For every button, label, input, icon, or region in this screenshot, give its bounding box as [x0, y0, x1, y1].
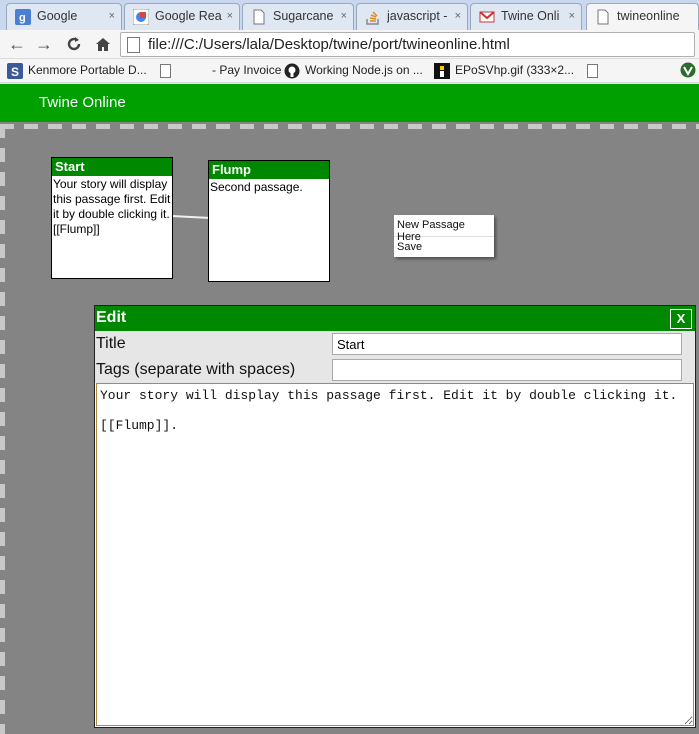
close-icon[interactable]: ×	[455, 10, 461, 22]
svg-text:S: S	[11, 65, 19, 79]
passage-text-editor[interactable]: Your story will display this passage fir…	[96, 383, 694, 726]
tab-twineonline[interactable]: twineonline	[586, 3, 699, 31]
forward-icon[interactable]: →	[32, 33, 56, 55]
address-bar[interactable]: file:///C:/Users/lala/Desktop/twine/port…	[120, 32, 695, 57]
stackoverflow-icon	[365, 9, 381, 25]
dialog-header: Edit X	[95, 306, 695, 331]
page-icon	[251, 9, 267, 25]
canvas-border	[0, 124, 699, 129]
bookmarks-bar: S Kenmore Portable D... - Pay Invoice Wor…	[0, 59, 699, 83]
passage-excerpt: Second passage.	[210, 180, 303, 194]
bookmark-nodejs[interactable]: Working Node.js on ...	[284, 63, 423, 79]
passage-link-arrow	[171, 215, 209, 219]
reload-icon[interactable]	[62, 33, 86, 55]
home-icon[interactable]	[91, 33, 115, 55]
page-icon	[160, 63, 171, 78]
canvas-border	[0, 124, 5, 734]
bookmark-pay-invoice[interactable]: - Pay Invoice	[212, 63, 281, 77]
url-text: file:///C:/Users/lala/Desktop/twine/port…	[148, 36, 510, 53]
close-icon[interactable]: ×	[109, 10, 115, 22]
passage-flump[interactable]: Flump Second passage.	[208, 160, 330, 282]
tab-google-reader[interactable]: Google Rea ×	[124, 3, 240, 30]
title-label: Title	[96, 335, 126, 352]
bookmark-label: EPoSVhp.gif (333×2...	[455, 63, 575, 78]
tab-twine-online-gmail[interactable]: Twine Onli ×	[470, 3, 582, 30]
app-title: Twine Online	[39, 94, 126, 111]
page-icon	[587, 63, 598, 78]
tab-google[interactable]: g Google ×	[6, 3, 122, 30]
browser-toolbar: ← → file:///C:/Users/lala/Desktop/twine/…	[0, 30, 699, 59]
close-icon[interactable]: ×	[227, 10, 233, 22]
passage-excerpt: Your story will display this passage fir…	[53, 177, 171, 236]
s-icon: S	[7, 63, 23, 79]
tab-javascript[interactable]: javascript - ×	[356, 3, 468, 30]
close-icon[interactable]: ×	[341, 10, 347, 22]
passage-start[interactable]: Start Your story will display this passa…	[51, 157, 173, 279]
app-header: Twine Online	[0, 84, 699, 122]
back-icon[interactable]: ←	[5, 33, 29, 55]
edit-dialog: Edit X Title Tags (separate with spaces)…	[94, 305, 696, 728]
bookmark-label: Kenmore Portable D...	[28, 63, 147, 78]
browser-tab-strip: g Google × Google Rea × Sugarcane × java…	[0, 0, 699, 31]
context-menu: New Passage Here Save	[394, 215, 494, 257]
close-button[interactable]: X	[670, 309, 692, 329]
google-icon: g	[15, 9, 31, 25]
bookmark-page[interactable]	[160, 63, 171, 78]
tags-label: Tags (separate with spaces)	[96, 361, 296, 378]
image-icon	[434, 63, 450, 79]
gmail-icon	[479, 9, 495, 25]
github-icon	[284, 63, 300, 79]
tags-input[interactable]	[332, 359, 682, 381]
dialog-title: Edit	[96, 309, 127, 326]
tab-sugarcane[interactable]: Sugarcane ×	[242, 3, 354, 30]
google-reader-icon	[132, 8, 150, 26]
svg-text:g: g	[19, 12, 26, 24]
bookmark-kenmore[interactable]: S Kenmore Portable D...	[7, 63, 147, 79]
passage-title: Start	[52, 158, 172, 176]
title-input[interactable]	[332, 333, 682, 355]
bookmark-label: Working Node.js on ...	[305, 63, 423, 78]
menu-item-new-passage[interactable]: New Passage Here	[394, 215, 494, 243]
bookmark-eposvhp[interactable]: EPoSVhp.gif (333×2...	[434, 63, 574, 79]
bookmark-page[interactable]	[587, 63, 598, 78]
bookmark-label: - Pay Invoice	[212, 63, 282, 77]
tags-row: Tags (separate with spaces)	[95, 357, 695, 383]
page-icon	[595, 9, 611, 25]
passage-title: Flump	[209, 161, 329, 179]
page-icon	[127, 37, 140, 53]
title-row: Title	[95, 331, 695, 357]
tab-label: twineonline	[617, 9, 680, 23]
extension-icon[interactable]	[680, 62, 696, 81]
close-icon[interactable]: ×	[569, 10, 575, 22]
